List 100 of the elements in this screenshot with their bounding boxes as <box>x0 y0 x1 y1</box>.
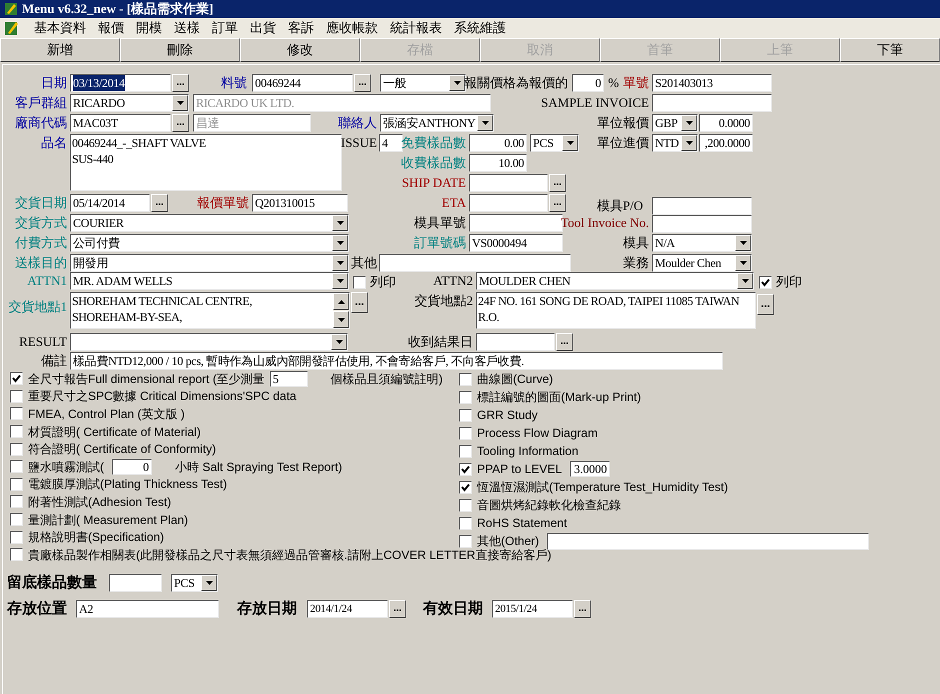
dropdown[interactable]: RICARDO <box>70 94 189 112</box>
dropdown[interactable]: 公司付費 <box>70 234 349 252</box>
checkbox[interactable] <box>459 444 472 458</box>
text-field[interactable]: 05/14/2014 <box>70 194 150 212</box>
browse-button[interactable]: ... <box>151 194 168 212</box>
checkbox[interactable] <box>459 426 472 440</box>
browse-button[interactable]: ... <box>172 114 189 132</box>
browse-button[interactable]: ... <box>556 333 573 351</box>
checkbox[interactable] <box>459 498 472 512</box>
checkbox[interactable] <box>10 478 23 491</box>
menu-item[interactable]: 送樣 <box>174 18 200 38</box>
dropdown[interactable] <box>70 333 348 351</box>
browse-button[interactable]: ... <box>757 294 774 315</box>
menu-item[interactable]: 系統維護 <box>454 18 506 38</box>
text-field[interactable] <box>469 174 548 192</box>
text-field[interactable]: Q201310015 <box>252 194 348 212</box>
browse-button[interactable]: ... <box>389 600 406 618</box>
toolbar-button[interactable]: 新增 <box>0 38 120 62</box>
browse-button[interactable]: ... <box>549 174 566 192</box>
text-field[interactable]: 0.0000 <box>699 114 753 132</box>
checkbox[interactable] <box>459 390 472 404</box>
form-label: 客戶群組 <box>14 94 67 112</box>
text-field[interactable] <box>652 94 772 112</box>
checkbox[interactable] <box>459 372 472 386</box>
menu-item[interactable]: 應收帳款 <box>326 18 378 38</box>
checkbox[interactable] <box>10 530 23 544</box>
text-field[interactable]: ,200.0000 <box>699 134 753 152</box>
memo-field[interactable]: 24F NO. 161 SONG DE ROAD, TAIPEI 11085 TAIWAN R.O. <box>476 292 756 329</box>
menu-item[interactable]: 客訴 <box>288 18 314 38</box>
browse-button[interactable]: ... <box>172 74 189 92</box>
checkbox[interactable] <box>10 495 23 508</box>
text-field[interactable] <box>469 194 548 212</box>
menu-item[interactable]: 基本資料 <box>34 18 86 38</box>
checkbox[interactable] <box>759 276 772 288</box>
toolbar-button[interactable]: 刪除 <box>120 38 240 62</box>
memo-field[interactable]: SHOREHAM TECHNICAL CENTRE, SHOREHAM-BY-SEA, <box>70 292 350 329</box>
menu-item[interactable]: 報價 <box>98 18 124 38</box>
toolbar-button[interactable]: 修改 <box>240 38 360 62</box>
browse-button[interactable]: ... <box>354 74 371 92</box>
text-field[interactable] <box>379 254 571 272</box>
text-field[interactable] <box>476 333 555 351</box>
checkbox[interactable] <box>10 390 23 403</box>
dropdown[interactable]: MOULDER CHEN <box>476 272 754 290</box>
text-field[interactable]: 00469244 <box>252 74 353 92</box>
text-field[interactable] <box>469 214 563 232</box>
text-field[interactable] <box>652 215 752 233</box>
text-field[interactable]: S201403013 <box>652 74 772 92</box>
dropdown[interactable]: N/A <box>652 234 752 252</box>
text-field[interactable]: 0 <box>112 458 152 475</box>
browse-button[interactable]: ... <box>549 194 566 212</box>
text-field[interactable] <box>547 532 870 550</box>
checkbox[interactable] <box>459 408 472 422</box>
text-field[interactable]: 10.00 <box>469 154 527 172</box>
menu-item[interactable]: 統計報表 <box>390 18 442 38</box>
scrollbar[interactable] <box>333 293 349 328</box>
menu-item[interactable]: 訂單 <box>212 18 238 38</box>
text-field[interactable]: 2015/1/24 <box>492 600 573 618</box>
checkbox[interactable] <box>10 425 23 438</box>
checkbox[interactable] <box>353 276 366 288</box>
checkbox[interactable] <box>10 372 23 386</box>
checkbox[interactable] <box>10 442 23 456</box>
checkbox[interactable] <box>10 548 23 562</box>
memo-field[interactable]: 00469244_-_SHAFT VALVE SUS-440 <box>70 134 342 191</box>
text-field[interactable]: 2014/1/24 <box>307 600 388 618</box>
dropdown[interactable]: 開發用 <box>70 254 349 272</box>
checkbox[interactable] <box>459 516 472 530</box>
dropdown[interactable]: COURIER <box>70 214 349 232</box>
dropdown[interactable]: MR. ADAM WELLS <box>70 272 349 290</box>
text-field[interactable]: 0.00 <box>469 134 527 152</box>
dropdown[interactable]: PCS <box>530 134 579 152</box>
text-field[interactable] <box>109 574 162 592</box>
text-field[interactable]: 03/13/2014 <box>70 74 171 92</box>
checkbox[interactable] <box>459 534 472 548</box>
checkbox[interactable] <box>10 407 23 420</box>
dropdown[interactable]: GBP <box>652 114 698 132</box>
text-field[interactable]: 0 <box>572 74 604 92</box>
dropdown[interactable]: NTD <box>652 134 698 152</box>
toolbar-button[interactable]: 下筆 <box>840 38 940 62</box>
checkbox[interactable] <box>459 480 472 494</box>
text-field[interactable] <box>652 197 752 215</box>
checkbox[interactable] <box>10 513 23 526</box>
checkbox[interactable] <box>459 462 472 476</box>
scroll-down-button[interactable] <box>333 311 349 328</box>
browse-button[interactable]: ... <box>574 600 591 618</box>
menu-item[interactable]: 出貨 <box>250 18 276 38</box>
text-field[interactable]: 4 <box>379 134 403 152</box>
text-field[interactable]: 3.0000 <box>570 461 610 477</box>
dropdown[interactable]: PCS <box>171 574 218 592</box>
text-field[interactable]: VS0000494 <box>469 234 563 252</box>
dropdown[interactable]: Moulder Chen <box>652 254 752 272</box>
dropdown[interactable]: 張涵安ANTHONY <box>380 114 494 132</box>
menu-item[interactable]: 開模 <box>136 18 162 38</box>
text-field[interactable]: 5 <box>270 370 308 387</box>
checkbox[interactable] <box>10 460 23 474</box>
dropdown[interactable]: 一般 <box>380 74 466 92</box>
text-field[interactable]: 樣品費NTD12,000 / 10 pcs, 暫時作為山威內部開發評估使用, 不會寄給客戶, 不向客戶收費. <box>70 352 723 370</box>
scroll-up-button[interactable] <box>333 293 349 310</box>
browse-button[interactable]: ... <box>351 292 368 313</box>
text-field[interactable]: A2 <box>76 600 219 618</box>
text-field[interactable]: MAC03T <box>70 114 171 132</box>
